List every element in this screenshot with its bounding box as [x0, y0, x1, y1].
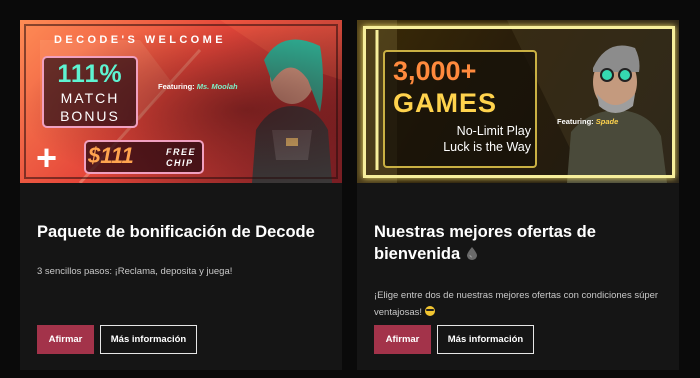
banner-tagline-1: No-Limit Play [456, 124, 531, 138]
affirm-button[interactable]: Afirmar [37, 325, 94, 354]
more-info-button[interactable]: Más información [437, 325, 534, 354]
promo-banner-decode-welcome[interactable]: DECODE'S WELCOME 111% MATCH BONUS Featur… [20, 20, 342, 183]
banner-games-label: GAMES [393, 88, 498, 118]
card-description: ¡Elige entre dos de nuestras mejores ofe… [374, 290, 659, 318]
banner-featuring: Featuring: Spade [557, 117, 619, 126]
banner-free-chip: FREE CHIP [166, 147, 197, 168]
banner-bonus-label: BONUS [60, 108, 120, 124]
smiling-face-emoji [424, 306, 435, 316]
banner-headline: DECODE'S WELCOME [54, 34, 226, 46]
promo-card-decode: DECODE'S WELCOME 111% MATCH BONUS Featur… [20, 20, 342, 370]
promo-card-best-offers: 3,000+ GAMES No-Limit Play Luck is the W… [357, 20, 679, 370]
card-title: Paquete de bonificación de Decode [37, 223, 315, 241]
promo-banner-3000-games[interactable]: 3,000+ GAMES No-Limit Play Luck is the W… [357, 20, 679, 183]
featuring-name: Ms. Moolah [196, 82, 238, 91]
banner-percentage: 111% [57, 60, 123, 88]
banner-plus: + [36, 137, 58, 178]
banner-chip-amount: $111 [88, 143, 134, 168]
affirm-button[interactable]: Afirmar [374, 325, 431, 354]
banner-tagline-2: Luck is the Way [443, 140, 531, 154]
card-body: Paquete de bonificación de Decode 3 senc… [20, 183, 342, 370]
card-body: Nuestras mejores ofertas de bienvenida ¡… [357, 183, 679, 370]
featuring-name: Spade [595, 117, 619, 126]
banner-game-count: 3,000+ [393, 56, 477, 86]
card-description: 3 sencillos pasos: ¡Reclama, deposita y … [37, 266, 233, 277]
banner-match-label: MATCH [60, 90, 120, 106]
card-title: Nuestras mejores ofertas de bienvenida [374, 223, 596, 263]
banner-featuring: Featuring: Ms. Moolah [158, 82, 238, 91]
ink-drop-icon [466, 247, 477, 260]
more-info-button[interactable]: Más información [100, 325, 197, 354]
